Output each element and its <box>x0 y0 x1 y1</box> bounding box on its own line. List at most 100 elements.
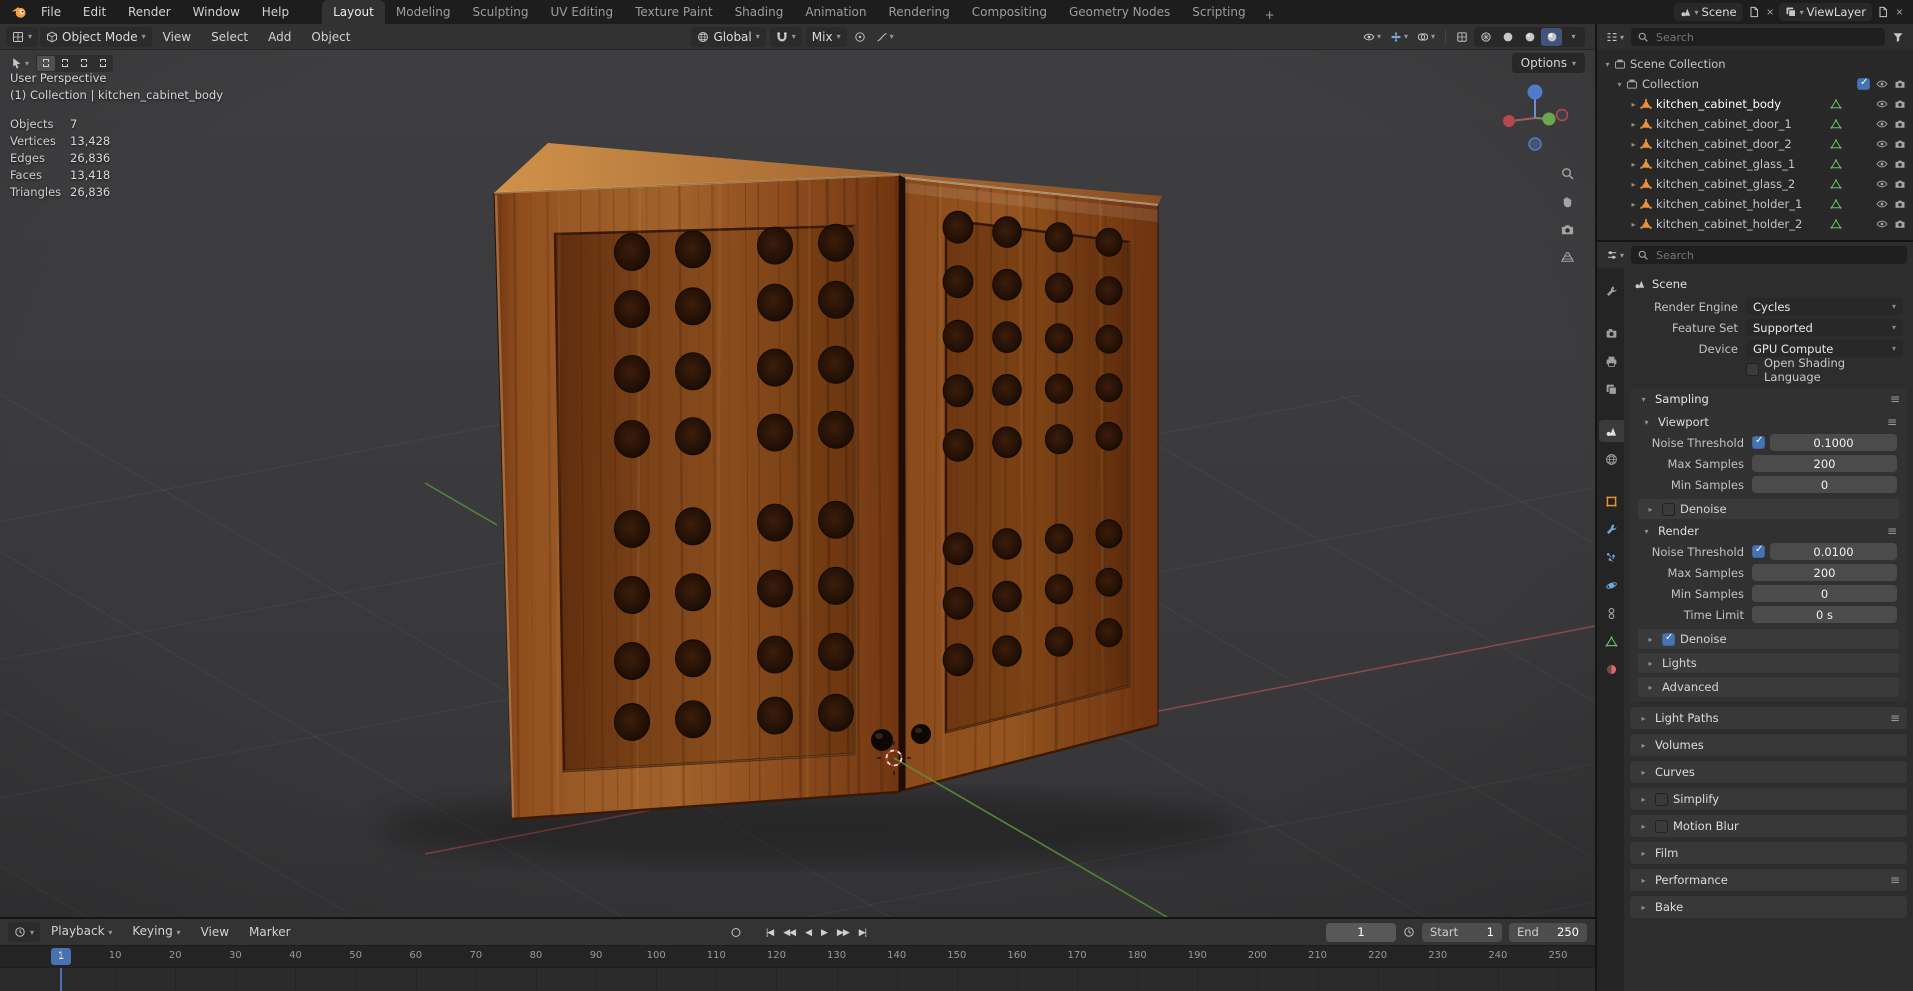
menu-file[interactable]: File <box>32 5 70 19</box>
tab-texture-paint[interactable]: Texture Paint <box>624 0 723 24</box>
panel-menu-icon[interactable]: ≡ <box>1890 392 1900 406</box>
motion-blur-section[interactable]: ▸ Motion Blur <box>1630 815 1907 837</box>
new-scene-button[interactable] <box>1746 6 1762 18</box>
viewlayer-selector[interactable]: ▾ ViewLayer <box>1778 3 1872 21</box>
camera-visibility-icon[interactable] <box>1894 198 1906 210</box>
frame-start-field[interactable]: Start 1 <box>1422 922 1502 942</box>
camera-view-icon[interactable] <box>1560 222 1575 237</box>
new-viewlayer-button[interactable] <box>1875 6 1891 18</box>
hide-eye-icon[interactable] <box>1876 158 1888 170</box>
shading-rendered-button[interactable] <box>1541 27 1562 46</box>
play-button[interactable]: ▶ <box>817 925 831 940</box>
camera-visibility-icon[interactable] <box>1894 158 1906 170</box>
outliner-item[interactable]: ▸ kitchen_cabinet_glass_2 <box>1597 174 1913 194</box>
tab-compositing[interactable]: Compositing <box>961 0 1058 24</box>
expand-icon[interactable]: ▸ <box>1627 120 1640 129</box>
zoom-icon[interactable] <box>1560 166 1575 181</box>
blender-logo-icon[interactable] <box>10 5 28 19</box>
show-gizmo-dropdown[interactable]: ▾ <box>1387 27 1411 47</box>
menu-select[interactable]: Select <box>202 25 257 49</box>
menu-edit[interactable]: Edit <box>74 5 115 19</box>
render-min-samples-field[interactable]: 0 <box>1752 585 1897 602</box>
shading-material-button[interactable] <box>1519 28 1540 46</box>
tab-world[interactable] <box>1599 448 1624 470</box>
tab-view-layer[interactable] <box>1599 378 1624 400</box>
options-button[interactable]: Options ▾ <box>1511 53 1585 73</box>
render-max-samples-field[interactable]: 200 <box>1752 564 1897 581</box>
preview-range-icon[interactable] <box>1403 926 1415 938</box>
navigation-gizmo[interactable] <box>1497 80 1573 156</box>
noise-threshold-checkbox[interactable] <box>1752 435 1765 449</box>
remove-viewlayer-button[interactable]: × <box>1894 5 1905 19</box>
device-select[interactable]: GPU Compute ▾ <box>1746 340 1903 357</box>
snap-toggle[interactable]: ▾ <box>769 26 802 47</box>
expand-icon[interactable]: ▸ <box>1627 200 1640 209</box>
jump-to-start-button[interactable]: |◀ <box>762 925 777 940</box>
tab-sculpting[interactable]: Sculpting <box>461 0 539 24</box>
menu-render[interactable]: Render <box>119 5 180 19</box>
pan-hand-icon[interactable] <box>1560 194 1575 209</box>
properties-editor-type-button[interactable]: ▾ <box>1603 245 1627 265</box>
unlink-scene-button[interactable]: × <box>1765 5 1776 19</box>
panel-menu-icon[interactable]: ≡ <box>1887 415 1897 429</box>
outliner-item[interactable]: ▸ kitchen_cabinet_glass_1 <box>1597 154 1913 174</box>
outliner-item[interactable]: ▸ kitchen_cabinet_holder_1 <box>1597 194 1913 214</box>
render-noise-threshold-field[interactable]: 0.0100 <box>1770 543 1897 560</box>
menu-timeline-view[interactable]: View <box>192 920 238 944</box>
outliner-item[interactable]: ▸ kitchen_cabinet_body <box>1597 94 1913 114</box>
render-noise-threshold-checkbox[interactable] <box>1752 544 1765 558</box>
tab-physics[interactable] <box>1599 574 1624 596</box>
panel-menu-icon[interactable]: ≡ <box>1890 711 1900 725</box>
light-paths-section[interactable]: ▸ Light Paths ≡ <box>1630 707 1907 729</box>
tab-material[interactable] <box>1599 658 1624 680</box>
frame-end-field[interactable]: End 250 <box>1509 922 1587 942</box>
shading-options-dropdown[interactable]: ▾ <box>1563 28 1584 46</box>
lights-subpanel[interactable]: ▸ Lights <box>1638 653 1899 673</box>
outliner-search[interactable] <box>1631 28 1885 46</box>
outliner-item[interactable]: ▸ kitchen_cabinet_holder_2 <box>1597 214 1913 234</box>
render-denoise-subpanel[interactable]: ▸ Denoise <box>1638 629 1899 649</box>
collection-checkbox[interactable] <box>1857 77 1870 90</box>
properties-search-input[interactable] <box>1654 247 1901 263</box>
xray-toggle[interactable] <box>1453 27 1471 47</box>
tab-rendering[interactable]: Rendering <box>878 0 961 24</box>
camera-visibility-icon[interactable] <box>1894 178 1906 190</box>
transform-orientation-select[interactable]: Global ▾ <box>691 26 766 47</box>
menu-window[interactable]: Window <box>184 5 249 19</box>
performance-section[interactable]: ▸ Performance ≡ <box>1630 869 1907 891</box>
shading-solid-button[interactable] <box>1497 28 1518 46</box>
axis-x-negative-handle[interactable] <box>1555 108 1569 122</box>
simplify-checkbox[interactable] <box>1655 792 1668 806</box>
hide-eye-icon[interactable] <box>1876 198 1888 210</box>
panel-menu-icon[interactable]: ≡ <box>1887 524 1897 538</box>
sampling-panel-header[interactable]: ▾ Sampling ≡ <box>1630 388 1907 410</box>
render-subpanel-header[interactable]: ▾ Render ≡ <box>1634 521 1903 541</box>
hide-eye-icon[interactable] <box>1876 138 1888 150</box>
3d-scene[interactable] <box>0 50 1595 917</box>
axis-y-handle[interactable] <box>1542 112 1556 126</box>
viewport-min-samples-field[interactable]: 0 <box>1752 476 1897 493</box>
simplify-section[interactable]: ▸ Simplify <box>1630 788 1907 810</box>
tab-animation[interactable]: Animation <box>794 0 877 24</box>
tab-scene[interactable] <box>1599 420 1624 442</box>
scene-selector[interactable]: ▾ Scene <box>1673 3 1743 21</box>
axis-z-negative-handle[interactable] <box>1528 137 1542 151</box>
menu-add[interactable]: Add <box>259 25 300 49</box>
play-reverse-button[interactable]: ◀ <box>801 925 815 940</box>
menu-object[interactable]: Object <box>302 25 359 49</box>
tab-modifiers[interactable] <box>1599 518 1624 540</box>
outliner-item[interactable]: ▸ kitchen_cabinet_door_2 <box>1597 134 1913 154</box>
volumes-section[interactable]: ▸ Volumes <box>1630 734 1907 756</box>
hide-eye-icon[interactable] <box>1876 78 1888 90</box>
tab-tool[interactable] <box>1599 280 1624 302</box>
tab-object[interactable] <box>1599 490 1624 512</box>
expand-icon[interactable]: ▾ <box>1601 60 1614 69</box>
editor-type-button[interactable]: ▾ <box>6 26 39 47</box>
hide-eye-icon[interactable] <box>1876 118 1888 130</box>
expand-icon[interactable]: ▸ <box>1627 180 1640 189</box>
tab-geometry-nodes[interactable]: Geometry Nodes <box>1058 0 1181 24</box>
tab-particles[interactable] <box>1599 546 1624 568</box>
timeline-track-area[interactable] <box>0 967 1595 991</box>
expand-icon[interactable]: ▾ <box>1613 80 1626 89</box>
outliner-item[interactable]: ▸ kitchen_cabinet_door_1 <box>1597 114 1913 134</box>
